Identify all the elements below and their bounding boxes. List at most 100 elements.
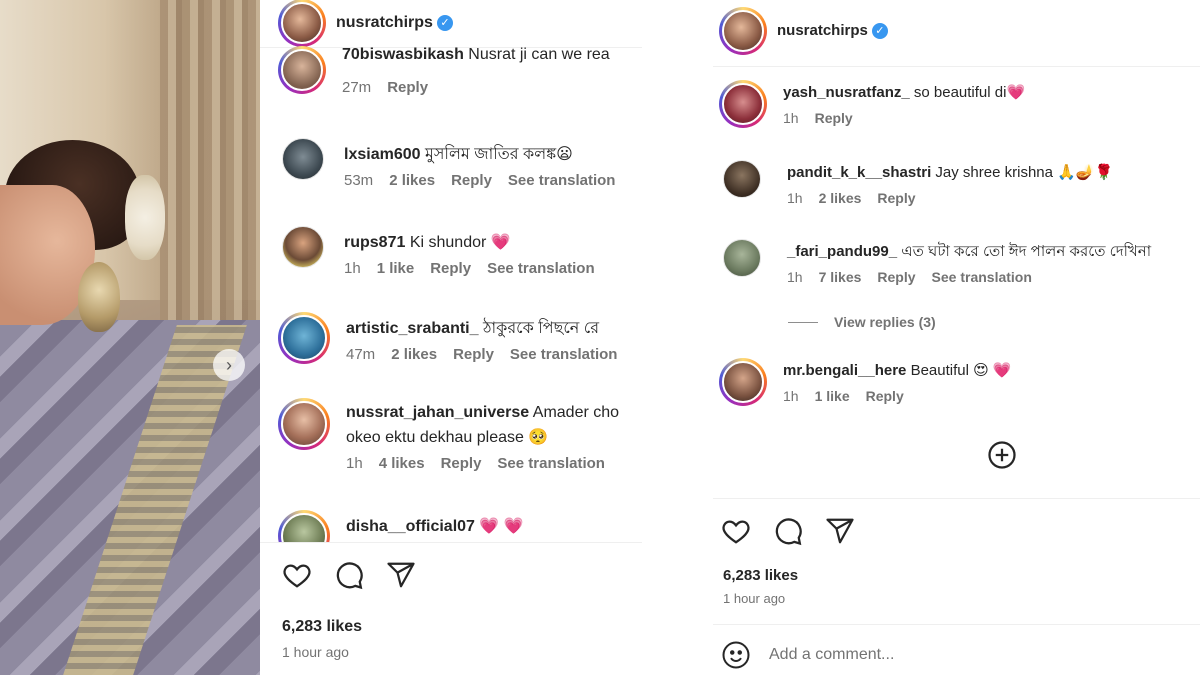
- comment-time: 47m: [346, 346, 376, 363]
- comment-time: 1h: [787, 190, 803, 206]
- author-username[interactable]: nusratchirps: [336, 14, 433, 31]
- verified-badge-icon: ✓: [436, 14, 453, 31]
- commenter-avatar[interactable]: [282, 226, 324, 268]
- verified-badge-icon: ✓: [871, 22, 888, 39]
- comment-item: lxsiam600 মুসলিম জাতির কলঙ্ক😦 53m 2 likes…: [282, 138, 615, 189]
- photo-flowers: [125, 175, 165, 260]
- comment-likes[interactable]: 1 like: [815, 388, 850, 404]
- comment-time: 1h: [344, 260, 361, 277]
- comment-text: so beautiful di💗: [913, 84, 1026, 101]
- comment-time: 53m: [344, 172, 374, 189]
- comment-likes[interactable]: 2 likes: [391, 346, 437, 363]
- post-actions: [721, 516, 855, 546]
- commenter-avatar[interactable]: [282, 138, 324, 180]
- commenter-avatar[interactable]: [278, 510, 330, 542]
- comment-likes[interactable]: 2 likes: [819, 190, 862, 206]
- reply-button[interactable]: Reply: [453, 346, 494, 363]
- reply-button[interactable]: Reply: [866, 388, 904, 404]
- author-username[interactable]: nusratchirps: [777, 22, 868, 39]
- comment-item: nussrat_jahan_universe Amader cho okeo e…: [278, 398, 619, 472]
- comment-likes[interactable]: 4 likes: [379, 455, 425, 472]
- comment-time: 1h: [346, 455, 363, 472]
- comment-time: 1h: [787, 269, 803, 285]
- reply-button[interactable]: Reply: [451, 172, 492, 189]
- right-comments-panel: nusratchirps ✓ yash_nusratfanz_ so beauti…: [713, 0, 1200, 675]
- see-translation-link[interactable]: See translation: [487, 260, 595, 277]
- comment-text: ঠাকুরকে পিছনে রে: [482, 320, 600, 337]
- comment-username[interactable]: artistic_srabanti_: [346, 320, 479, 337]
- commenter-avatar[interactable]: [723, 239, 761, 277]
- commenter-avatar[interactable]: [278, 398, 330, 450]
- reply-button[interactable]: Reply: [815, 110, 853, 126]
- heart-icon[interactable]: [721, 516, 751, 546]
- post-time: 1 hour ago: [723, 591, 786, 606]
- comment-item: artistic_srabanti_ ঠাকুরকে পিছনে রে 47m 2…: [278, 312, 617, 364]
- actions-divider: [713, 498, 1200, 499]
- comment-username[interactable]: 70biswasbikash: [342, 46, 464, 63]
- reply-button[interactable]: Reply: [387, 79, 428, 96]
- actions-divider: [260, 542, 642, 543]
- see-translation-link[interactable]: See translation: [497, 455, 605, 472]
- see-translation-link[interactable]: See translation: [510, 346, 618, 363]
- comment-likes[interactable]: 7 likes: [819, 269, 862, 285]
- post-actions: [282, 560, 416, 590]
- see-translation-link[interactable]: See translation: [932, 269, 1032, 285]
- photo-earring: [78, 262, 120, 332]
- comment-text-continued: okeo ektu dekhau please 🥺: [346, 429, 549, 446]
- comment-item: 70biswasbikash Nusrat ji can we rea 27m R…: [278, 46, 610, 96]
- comment-item: _fari_pandu99_ এত ঘটা করে তো ঈদ পালন করত…: [723, 239, 1151, 285]
- comment-username[interactable]: disha__official07: [346, 518, 475, 535]
- view-replies-link[interactable]: View replies (3): [788, 314, 936, 330]
- comment-time: 1h: [783, 110, 799, 126]
- comment-item: disha__official07 💗 💗: [278, 510, 524, 542]
- plus-circle-icon[interactable]: [987, 440, 1017, 470]
- comment-username[interactable]: yash_nusratfanz_: [783, 84, 910, 101]
- likes-count[interactable]: 6,283 likes: [723, 567, 798, 584]
- comment-username[interactable]: mr.bengali__here: [783, 362, 906, 379]
- comment-text: Jay shree krishna 🙏🪔🌹: [935, 164, 1114, 181]
- author-avatar[interactable]: [719, 7, 767, 55]
- comment-text: Beautiful 😍 💗: [910, 362, 1012, 379]
- share-icon[interactable]: [386, 560, 416, 590]
- reply-thread-line: [788, 321, 818, 323]
- header-divider: [713, 66, 1200, 67]
- add-comment-input[interactable]: Add a comment...: [769, 646, 894, 664]
- comment-username[interactable]: nussrat_jahan_universe: [346, 404, 529, 421]
- comment-icon[interactable]: [773, 516, 803, 546]
- comment-item: rups871 Ki shundor 💗 1h 1 like Reply See tr…: [282, 226, 595, 277]
- next-image-button[interactable]: ›: [213, 349, 245, 381]
- left-comments-panel: nusratchirps ✓ 70biswasbikash Nusrat ji c…: [260, 0, 642, 675]
- comment-text: এত ঘটা করে তো ঈদ পালন করতে দেখিনা: [901, 243, 1152, 260]
- reply-button[interactable]: Reply: [430, 260, 471, 277]
- add-comment-bar: Add a comment...: [721, 640, 894, 670]
- comment-username[interactable]: _fari_pandu99_: [787, 243, 897, 260]
- comment-text: মুসলিম জাতির কলঙ্ক😦: [424, 146, 573, 163]
- post-header: nusratchirps ✓: [719, 7, 888, 55]
- comment-item: mr.bengali__here Beautiful 😍 💗 1h 1 like R…: [719, 358, 1012, 406]
- comment-username[interactable]: rups871: [344, 234, 405, 251]
- commenter-avatar[interactable]: [278, 312, 330, 364]
- comment-likes[interactable]: 2 likes: [389, 172, 435, 189]
- see-translation-link[interactable]: See translation: [508, 172, 616, 189]
- reply-button[interactable]: Reply: [877, 190, 915, 206]
- comment-time: 1h: [783, 388, 799, 404]
- comment-username[interactable]: pandit_k_k__shastri: [787, 164, 931, 181]
- comment-item: pandit_k_k__shastri Jay shree krishna 🙏🪔…: [723, 160, 1113, 206]
- reply-button[interactable]: Reply: [441, 455, 482, 472]
- commenter-avatar[interactable]: [278, 46, 326, 94]
- view-replies-label[interactable]: View replies (3): [834, 314, 936, 330]
- emoji-icon[interactable]: [721, 640, 751, 670]
- comment-icon[interactable]: [334, 560, 364, 590]
- likes-count[interactable]: 6,283 likes: [282, 618, 362, 636]
- heart-icon[interactable]: [282, 560, 312, 590]
- commenter-avatar[interactable]: [719, 80, 767, 128]
- comment-box-divider: [713, 624, 1200, 625]
- commenter-avatar[interactable]: [719, 358, 767, 406]
- comment-username[interactable]: lxsiam600: [344, 146, 421, 163]
- comment-likes[interactable]: 1 like: [377, 260, 415, 277]
- commenter-avatar[interactable]: [723, 160, 761, 198]
- share-icon[interactable]: [825, 516, 855, 546]
- post-time: 1 hour ago: [282, 644, 349, 660]
- reply-button[interactable]: Reply: [877, 269, 915, 285]
- author-avatar[interactable]: [278, 0, 326, 47]
